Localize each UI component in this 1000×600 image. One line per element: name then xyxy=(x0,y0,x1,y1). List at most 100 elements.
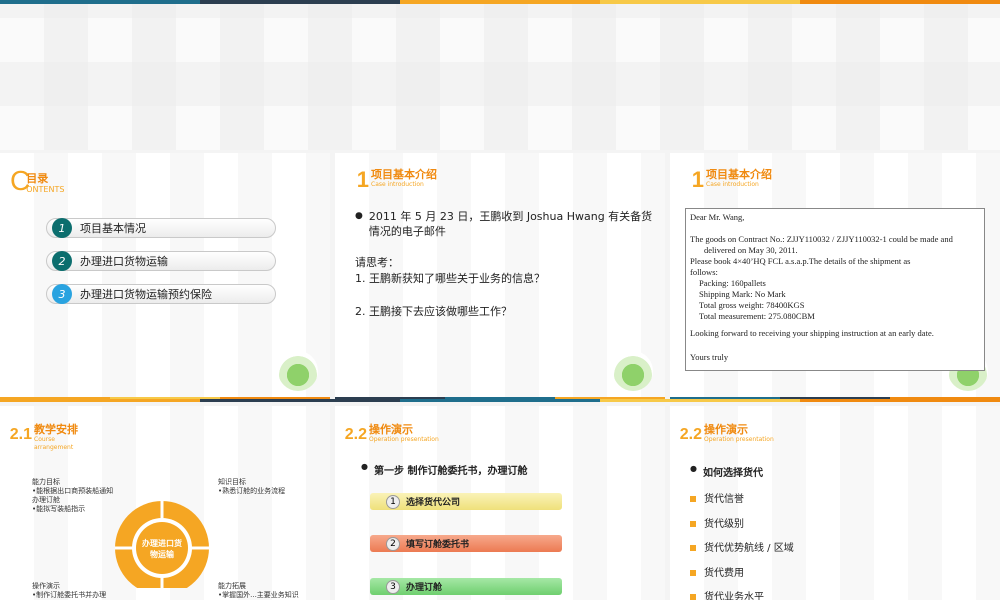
criteria-item-3-text: 货代优势航线 / 区域 xyxy=(704,543,794,554)
email-line-2b: follows: xyxy=(690,267,718,277)
title-en: Operation presentation xyxy=(369,436,439,443)
label-knowledge-goal: 知识目标 •熟悉订舱的业务流程 xyxy=(218,478,285,496)
step-1-number: 1 xyxy=(386,494,400,509)
email-box: Dear Mr. Wang, The goods on Contract No.… xyxy=(685,208,985,371)
bullet-dot-icon: ● xyxy=(355,211,363,221)
criteria-item-1: 货代信誉 xyxy=(690,488,794,513)
title-en: Case introduction xyxy=(371,181,424,188)
top-banner xyxy=(0,0,1000,150)
step-1-select-forwarder[interactable]: 1 选择货代公司 xyxy=(370,493,562,510)
globe-logo xyxy=(278,351,318,391)
title-cn: 项目基本介绍 xyxy=(706,168,772,181)
slide-operation-demo-criteria[interactable]: 2.2 操作演示 Operation presentation ● 如何选择货代 … xyxy=(670,406,1000,600)
title-cn: 项目基本介绍 xyxy=(371,168,437,181)
extend-head: 能力拓展 xyxy=(218,582,246,590)
criteria-item-5-text: 货代业务水平 xyxy=(704,592,764,600)
criteria-list: 货代信誉 货代级别 货代优势航线 / 区域 货代费用 货代业务水平 xyxy=(690,488,794,600)
globe-logo xyxy=(613,351,653,391)
toc-item-3[interactable]: 3 办理进口货物运输预约保险 xyxy=(46,284,276,304)
section-number: 1 xyxy=(356,167,369,192)
intro-bullet: ● 2011 年 5 月 23 日，王鹏收到 Joshua Hwang 有关备货… xyxy=(355,209,655,239)
bullet-dot-icon: ● xyxy=(361,462,368,471)
title-cn: 教学安排 xyxy=(34,423,78,436)
email-packing: Packing: 160pallets xyxy=(699,278,766,288)
section-number: 1 xyxy=(691,167,704,192)
intro-bullet-text: 2011 年 5 月 23 日，王鹏收到 Joshua Hwang 有关备货情况… xyxy=(368,210,653,238)
square-bullet-icon xyxy=(690,496,696,502)
question-2: 2. 王鹏接下去应该做哪些工作？ xyxy=(355,305,512,318)
email-sign: Yours truly xyxy=(690,352,729,362)
demo-1: •制作订舱委托书并办理 xyxy=(32,591,107,599)
title-en: Case introduction xyxy=(706,181,759,188)
title-en-2: arrangement xyxy=(34,444,74,451)
step-heading: ● 第一步 制作订舱委托书，办理订舱 xyxy=(361,462,527,477)
label-ability-extend: 能力拓展 •掌握国外...主要业务知识 xyxy=(218,582,299,600)
email-measure: Total measurement: 275.080CBM xyxy=(699,311,815,321)
criteria-item-4-text: 货代费用 xyxy=(704,567,744,579)
toc-num-3: 3 xyxy=(52,284,72,304)
label-ability-goal: 能力目标 •能根据出口商预装船通知 办理订舱 •能拟写装船指示 xyxy=(32,478,113,514)
slide-title: 1 项目基本介绍 Case introduction xyxy=(670,169,772,195)
title-en-1: Course xyxy=(34,436,55,443)
step-3-label: 办理订舱 xyxy=(406,583,443,593)
ability-goal-head: 能力目标 xyxy=(32,478,60,486)
slide-title: 2.2 操作演示 Operation presentation xyxy=(335,424,439,450)
slide-intro-questions[interactable]: 1 项目基本介绍 Case introduction ● 2011 年 5 月 2… xyxy=(335,153,665,400)
ring-center-label: 办理进口货 物运输 xyxy=(137,538,187,560)
think-label: 请思考： xyxy=(355,256,399,269)
ability-goal-2: 办理订舱 xyxy=(32,496,60,504)
email-mark: Shipping Mark: No Mark xyxy=(699,289,786,299)
email-closing: Looking forward to receiving your shippi… xyxy=(690,328,934,338)
square-bullet-icon xyxy=(690,569,696,576)
criteria-heading-text: 如何选择货代 xyxy=(702,468,763,479)
square-bullet-icon xyxy=(690,520,696,527)
criteria-item-3: 货代优势航线 / 区域 xyxy=(690,537,794,562)
title-en: Operation presentation xyxy=(704,436,774,443)
criteria-heading: ● 如何选择货代 xyxy=(690,464,763,479)
toc-num-2: 2 xyxy=(52,251,72,271)
slide-course-arrangement[interactable]: 2.1 教学安排 Course arrangement 办理进口货 物运输 能力目标… xyxy=(0,406,330,600)
email-greeting: Dear Mr. Wang, xyxy=(690,212,745,222)
criteria-item-4: 货代费用 xyxy=(690,562,794,587)
section-number: 2.1 xyxy=(9,426,32,443)
toc-title: C 目录 ONTENTS xyxy=(10,167,64,195)
toc-title-en: ONTENTS xyxy=(26,185,65,194)
toc-num-1: 1 xyxy=(52,218,72,238)
criteria-item-5: 货代业务水平 xyxy=(690,586,794,600)
toc-label-1: 项目基本情况 xyxy=(80,222,146,235)
square-bullet-icon xyxy=(690,545,696,551)
section-number: 2.2 xyxy=(344,426,367,443)
step-2-label: 填写订舱委托书 xyxy=(406,540,470,550)
ring-center-line-2: 物运输 xyxy=(150,550,174,559)
step-heading-text: 第一步 制作订舱委托书，办理订舱 xyxy=(373,466,528,477)
title-cn: 操作演示 xyxy=(704,423,748,436)
extend-1: •掌握国外...主要业务知识 xyxy=(218,591,299,599)
knowledge-goal-head: 知识目标 xyxy=(218,478,246,486)
email-line-2: Please book 4×40’HQ FCL a.s.a.p.The deta… xyxy=(690,256,911,266)
step-2-number: 2 xyxy=(386,536,400,551)
ring-center-line-1: 办理进口货 xyxy=(142,539,182,548)
criteria-item-2: 货代级别 xyxy=(690,513,794,538)
toc-label-2: 办理进口货物运输 xyxy=(80,255,168,268)
slide-toc[interactable]: C 目录 ONTENTS 1 项目基本情况 2 办理进口货物运输 3 办理进口货… xyxy=(0,153,330,400)
ability-goal-3: •能拟写装船指示 xyxy=(32,505,86,513)
criteria-item-1-text: 货代信誉 xyxy=(704,494,744,505)
toc-item-2[interactable]: 2 办理进口货物运输 xyxy=(46,251,276,271)
ability-goal-1: •能根据出口商预装船通知 xyxy=(32,487,114,495)
slide-title: 2.1 教学安排 Course arrangement xyxy=(0,423,78,452)
demo-head: 操作演示 xyxy=(32,582,60,590)
row-separator-stripe xyxy=(0,399,1000,402)
email-line-1b: delivered on May 30, 2011. xyxy=(704,245,798,255)
title-cn: 操作演示 xyxy=(369,423,413,436)
step-3-booking[interactable]: 3 办理订舱 xyxy=(370,578,562,595)
step-1-label: 选择货代公司 xyxy=(406,498,461,508)
email-line-1: The goods on Contract No.: ZJJY110032 / … xyxy=(690,234,953,244)
toc-title-cn: 目录 xyxy=(26,172,49,185)
question-1: 1. 王鹏新获知了哪些关于业务的信息？ xyxy=(355,272,545,285)
toc-item-1[interactable]: 1 项目基本情况 xyxy=(46,218,276,238)
criteria-item-2-text: 货代级别 xyxy=(704,518,744,530)
step-2-fill-booking[interactable]: 2 填写订舱委托书 xyxy=(370,535,562,552)
email-weight: Total gross weight: 78400KGS xyxy=(699,300,805,310)
slide-title: 2.2 操作演示 Operation presentation xyxy=(670,424,774,450)
step-3-number: 3 xyxy=(386,579,400,594)
